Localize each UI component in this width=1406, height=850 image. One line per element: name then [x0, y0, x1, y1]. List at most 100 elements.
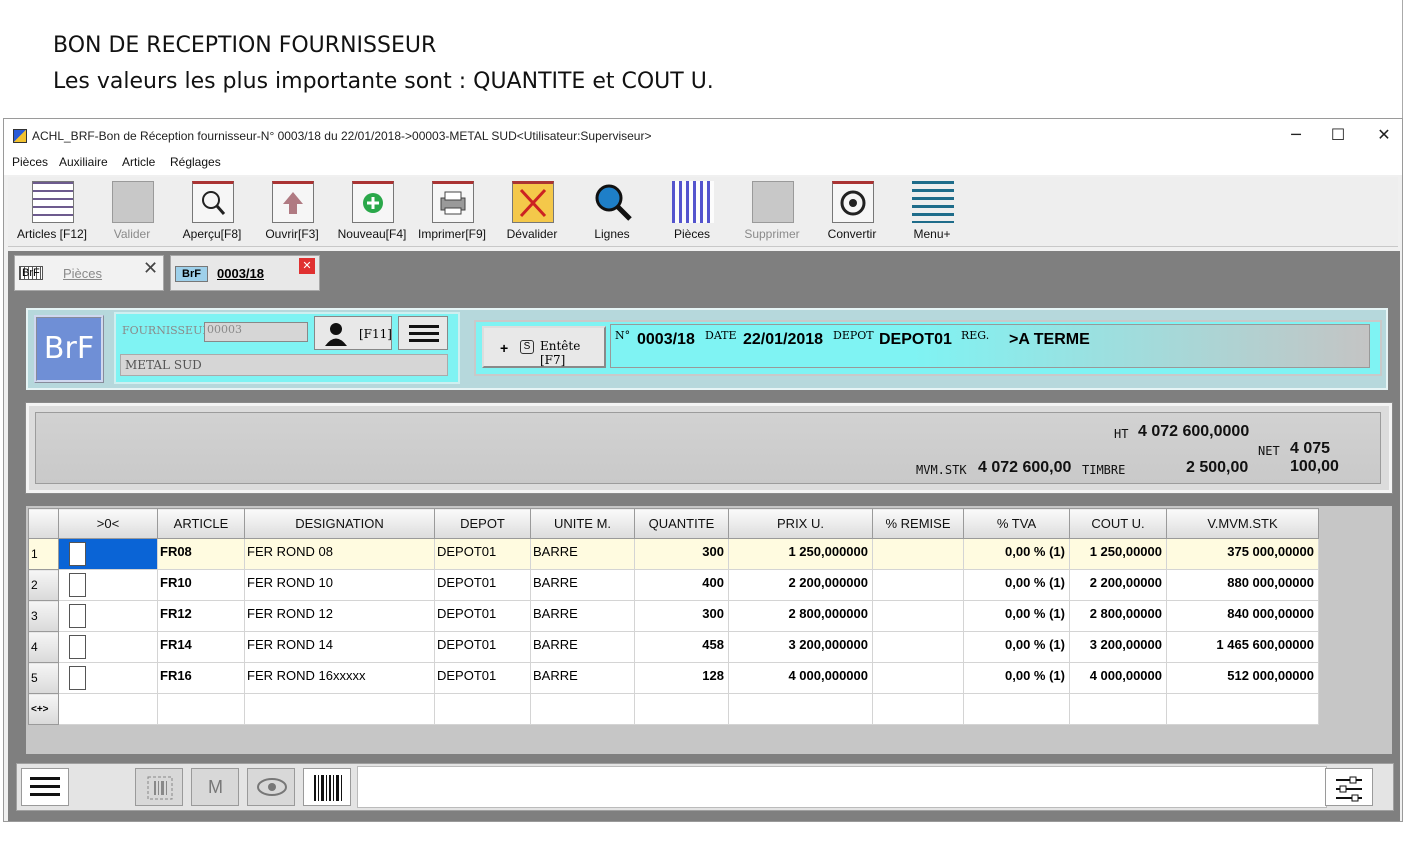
- row-checkbox[interactable]: [69, 635, 86, 659]
- cell-cout[interactable]: 2 200,00000: [1069, 569, 1167, 601]
- cell-tva[interactable]: 0,00 % (1): [963, 631, 1070, 663]
- cell-vmvm[interactable]: 840 000,00000: [1166, 600, 1319, 632]
- empty-cell[interactable]: [872, 693, 964, 725]
- cell-article[interactable]: FR08: [157, 538, 245, 570]
- valider-button[interactable]: Valider: [92, 179, 172, 243]
- table-row[interactable]: 2 FR10 FER ROND 10 DEPOT01 BARRE 400 2 200,000…: [28, 569, 1319, 601]
- cell-remise[interactable]: [872, 538, 964, 570]
- nouveau-button[interactable]: Nouveau[F4]: [332, 179, 412, 243]
- row-number[interactable]: 2: [28, 569, 59, 601]
- cell-unite[interactable]: BARRE: [530, 631, 635, 663]
- bottom-menu-button[interactable]: [21, 768, 69, 806]
- supplier-name-field[interactable]: METAL SUD: [120, 354, 448, 376]
- tab-doc-close[interactable]: ✕: [299, 258, 315, 274]
- cell-remise[interactable]: [872, 631, 964, 663]
- row-select-cell[interactable]: [58, 600, 158, 632]
- barcode-button[interactable]: [303, 768, 351, 806]
- convertir-button[interactable]: Convertir: [812, 179, 892, 243]
- cell-depot[interactable]: DEPOT01: [434, 662, 531, 694]
- cell-prix[interactable]: 2 200,000000: [728, 569, 873, 601]
- row-checkbox[interactable]: [69, 573, 86, 597]
- column-header[interactable]: COUT U.: [1069, 508, 1167, 539]
- cell-tva[interactable]: 0,00 % (1): [963, 569, 1070, 601]
- menu-article[interactable]: Article: [122, 155, 155, 169]
- row-select-cell[interactable]: [58, 631, 158, 663]
- view-button[interactable]: [247, 768, 295, 806]
- cell-quantite[interactable]: 128: [634, 662, 729, 694]
- cell-cout[interactable]: 2 800,00000: [1069, 600, 1167, 632]
- column-header[interactable]: ARTICLE: [157, 508, 245, 539]
- row-select-cell[interactable]: [58, 569, 158, 601]
- cell-article[interactable]: FR12: [157, 600, 245, 632]
- cell-prix[interactable]: 4 000,000000: [728, 662, 873, 694]
- cell-prix[interactable]: 2 800,000000: [728, 600, 873, 632]
- cell-article[interactable]: FR14: [157, 631, 245, 663]
- cell-article[interactable]: FR16: [157, 662, 245, 694]
- row-checkbox[interactable]: [69, 542, 86, 566]
- cell-article[interactable]: FR10: [157, 569, 245, 601]
- cell-vmvm[interactable]: 512 000,00000: [1166, 662, 1319, 694]
- column-header[interactable]: >0<: [58, 508, 158, 539]
- cell-prix[interactable]: 3 200,000000: [728, 631, 873, 663]
- cell-cout[interactable]: 3 200,00000: [1069, 631, 1167, 663]
- new-row-marker[interactable]: <+>: [28, 693, 59, 725]
- tab-doc[interactable]: BrF 0003/18 ✕: [170, 255, 320, 291]
- row-number[interactable]: 5: [28, 662, 59, 694]
- empty-cell[interactable]: [728, 693, 873, 725]
- empty-cell[interactable]: [58, 693, 158, 725]
- empty-cell[interactable]: [1166, 693, 1319, 725]
- supplier-menu-button[interactable]: [398, 316, 448, 350]
- supplier-code-field[interactable]: 00003: [204, 322, 308, 342]
- maximize-button[interactable]: ☐: [1328, 125, 1348, 145]
- table-row[interactable]: 1 FR08 FER ROND 08 DEPOT01 BARRE 300 1 250,000…: [28, 538, 1319, 570]
- cell-tva[interactable]: 0,00 % (1): [963, 538, 1070, 570]
- minimize-button[interactable]: ─: [1286, 125, 1306, 145]
- cell-quantite[interactable]: 400: [634, 569, 729, 601]
- cell-vmvm[interactable]: 1 465 600,00000: [1166, 631, 1319, 663]
- empty-cell[interactable]: [434, 693, 531, 725]
- row-number[interactable]: 1: [28, 538, 59, 570]
- row-checkbox[interactable]: [69, 666, 86, 690]
- empty-cell[interactable]: [244, 693, 435, 725]
- row-number[interactable]: 3: [28, 600, 59, 632]
- cell-tva[interactable]: 0,00 % (1): [963, 600, 1070, 632]
- cell-designation[interactable]: FER ROND 14: [244, 631, 435, 663]
- menu-reglages[interactable]: Réglages: [170, 155, 221, 169]
- imprimer-button[interactable]: Imprimer[F9]: [412, 179, 492, 243]
- supprimer-button[interactable]: Supprimer: [732, 179, 812, 243]
- cell-vmvm[interactable]: 375 000,00000: [1166, 538, 1319, 570]
- empty-cell[interactable]: [530, 693, 635, 725]
- close-button[interactable]: ✕: [1374, 125, 1394, 145]
- cell-quantite[interactable]: 458: [634, 631, 729, 663]
- apercu-button[interactable]: Aperçu[F8]: [172, 179, 252, 243]
- cell-cout[interactable]: 1 250,00000: [1069, 538, 1167, 570]
- pieces-button[interactable]: Pièces: [652, 179, 732, 243]
- cell-depot[interactable]: DEPOT01: [434, 538, 531, 570]
- row-number[interactable]: 4: [28, 631, 59, 663]
- cell-tva[interactable]: 0,00 % (1): [963, 662, 1070, 694]
- column-header[interactable]: V.MVM.STK: [1166, 508, 1319, 539]
- menu-pieces[interactable]: Pièces: [12, 155, 48, 169]
- column-header[interactable]: QUANTITE: [634, 508, 729, 539]
- cell-designation[interactable]: FER ROND 12: [244, 600, 435, 632]
- articles-button[interactable]: Articles [F12]: [12, 179, 92, 243]
- table-row[interactable]: 4 FR14 FER ROND 14 DEPOT01 BARRE 458 3 200,000…: [28, 631, 1319, 663]
- column-header[interactable]: DEPOT: [434, 508, 531, 539]
- empty-cell[interactable]: [963, 693, 1070, 725]
- cell-unite[interactable]: BARRE: [530, 662, 635, 694]
- column-header[interactable]: DESIGNATION: [244, 508, 435, 539]
- column-header[interactable]: PRIX U.: [728, 508, 873, 539]
- cell-remise[interactable]: [872, 569, 964, 601]
- cell-depot[interactable]: DEPOT01: [434, 631, 531, 663]
- cell-designation[interactable]: FER ROND 10: [244, 569, 435, 601]
- column-header[interactable]: % TVA: [963, 508, 1070, 539]
- tab-pieces-close[interactable]: ✕: [143, 258, 158, 279]
- empty-cell[interactable]: [634, 693, 729, 725]
- cell-vmvm[interactable]: 880 000,00000: [1166, 569, 1319, 601]
- column-header[interactable]: UNITE M.: [530, 508, 635, 539]
- row-select-cell[interactable]: [58, 662, 158, 694]
- cell-quantite[interactable]: 300: [634, 538, 729, 570]
- table-row[interactable]: 3 FR12 FER ROND 12 DEPOT01 BARRE 300 2 800,000…: [28, 600, 1319, 632]
- cell-depot[interactable]: DEPOT01: [434, 569, 531, 601]
- cell-remise[interactable]: [872, 662, 964, 694]
